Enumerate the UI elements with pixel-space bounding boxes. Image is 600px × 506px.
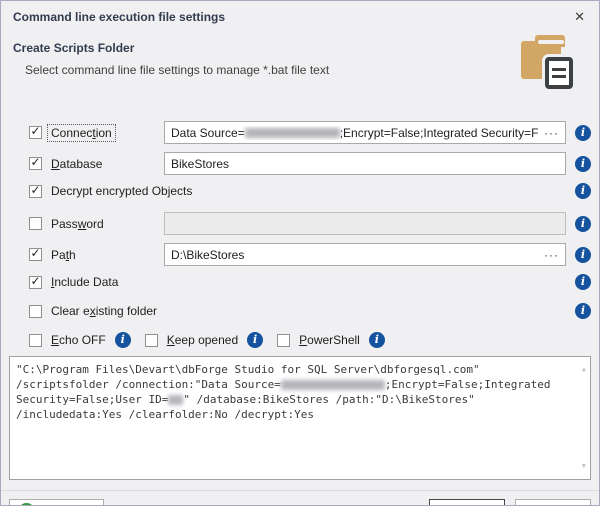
- command-preview-textarea[interactable]: "C:\Program Files\Devart\dbForge Studio …: [9, 356, 591, 480]
- dialog-title: Command line execution file settings: [13, 10, 226, 24]
- powershell-info-icon[interactable]: i: [368, 332, 385, 348]
- powershell-checkbox[interactable]: [277, 333, 291, 347]
- decrypt-checkbox[interactable]: ✓: [29, 184, 42, 198]
- password-info-icon[interactable]: i: [575, 215, 591, 232]
- folder-slot-shape: [538, 40, 564, 44]
- database-row: ✓ Database BikeStores i: [29, 152, 591, 175]
- connection-browse-button[interactable]: ···: [542, 127, 561, 139]
- path-input[interactable]: D:\BikeStores ···: [164, 243, 566, 266]
- scripts-folder-icon: [519, 33, 575, 89]
- powershell-label: PowerShell: [299, 333, 360, 347]
- header-section: Create Scripts Folder Select command lin…: [1, 31, 599, 97]
- cancel-button[interactable]: Cancel: [515, 499, 591, 505]
- password-checkbox[interactable]: [29, 217, 42, 230]
- options-row: Echo OFF i Keep opened i PowerShell i: [29, 332, 591, 348]
- settings-form: ✓ Connection Data Source= ;Encrypt=False;…: [1, 121, 599, 348]
- titlebar: Command line execution file settings ✕: [1, 1, 599, 31]
- path-browse-button[interactable]: ···: [542, 249, 561, 261]
- include-data-info-icon[interactable]: i: [575, 274, 591, 290]
- connection-input[interactable]: Data Source= ;Encrypt=False;Integrated Se…: [164, 121, 566, 144]
- path-checkbox[interactable]: ✓: [29, 247, 42, 261]
- connection-row: ✓ Connection Data Source= ;Encrypt=False;…: [29, 121, 591, 144]
- keep-opened-checkbox[interactable]: [144, 333, 158, 347]
- echo-off-checkbox[interactable]: [29, 333, 42, 347]
- decrypt-row: ✓ Decrypt encrypted Objects i: [29, 183, 591, 199]
- keep-opened-label: Keep opened: [166, 333, 239, 347]
- password-row: Password i: [29, 212, 591, 235]
- section-subtitle: Select command line file settings to man…: [25, 63, 330, 77]
- clear-folder-info-icon[interactable]: i: [575, 303, 591, 319]
- echo-off-info-icon[interactable]: i: [114, 332, 131, 348]
- connection-label: Connection: [47, 123, 116, 142]
- path-label: Path: [51, 247, 76, 262]
- password-label: Password: [51, 216, 104, 231]
- document-icon: [545, 57, 573, 89]
- clear-folder-label: Clear existing folder: [51, 304, 158, 318]
- redacted-connection-value: [244, 128, 340, 139]
- connection-checkbox[interactable]: ✓: [29, 125, 42, 139]
- section-heading: Create Scripts Folder: [13, 41, 135, 55]
- clear-folder-row: Clear existing folder i: [29, 303, 591, 319]
- redacted-server-name: [280, 380, 385, 390]
- include-data-label: Include Data: [51, 275, 119, 289]
- path-info-icon[interactable]: i: [575, 246, 591, 263]
- database-checkbox[interactable]: ✓: [29, 156, 42, 170]
- password-input: [164, 212, 566, 235]
- database-label: Database: [51, 156, 103, 171]
- close-icon[interactable]: ✕: [572, 10, 587, 23]
- redacted-user-id: [168, 395, 184, 405]
- database-info-icon[interactable]: i: [575, 155, 591, 172]
- decrypt-label: Decrypt encrypted Objects: [51, 184, 193, 198]
- echo-off-label: Echo OFF: [51, 333, 106, 347]
- scroll-down-icon[interactable]: ▼: [582, 459, 586, 474]
- database-input[interactable]: BikeStores: [164, 152, 566, 175]
- path-row: ✓ Path D:\BikeStores ··· i: [29, 243, 591, 266]
- keep-opened-info-icon[interactable]: i: [247, 332, 264, 348]
- save-button[interactable]: Save: [429, 499, 505, 505]
- decrypt-info-icon[interactable]: i: [575, 183, 591, 199]
- clear-folder-checkbox[interactable]: [29, 304, 42, 318]
- validate-button[interactable]: ✓ Validate: [9, 499, 104, 505]
- include-data-checkbox[interactable]: ✓: [29, 275, 42, 289]
- scroll-up-icon[interactable]: ▲: [582, 362, 586, 377]
- command-line-settings-dialog: Command line execution file settings ✕ C…: [0, 0, 600, 506]
- include-data-row: ✓ Include Data i: [29, 274, 591, 290]
- connection-info-icon[interactable]: i: [575, 124, 591, 141]
- footer: ✓ Validate Save Cancel: [1, 490, 599, 505]
